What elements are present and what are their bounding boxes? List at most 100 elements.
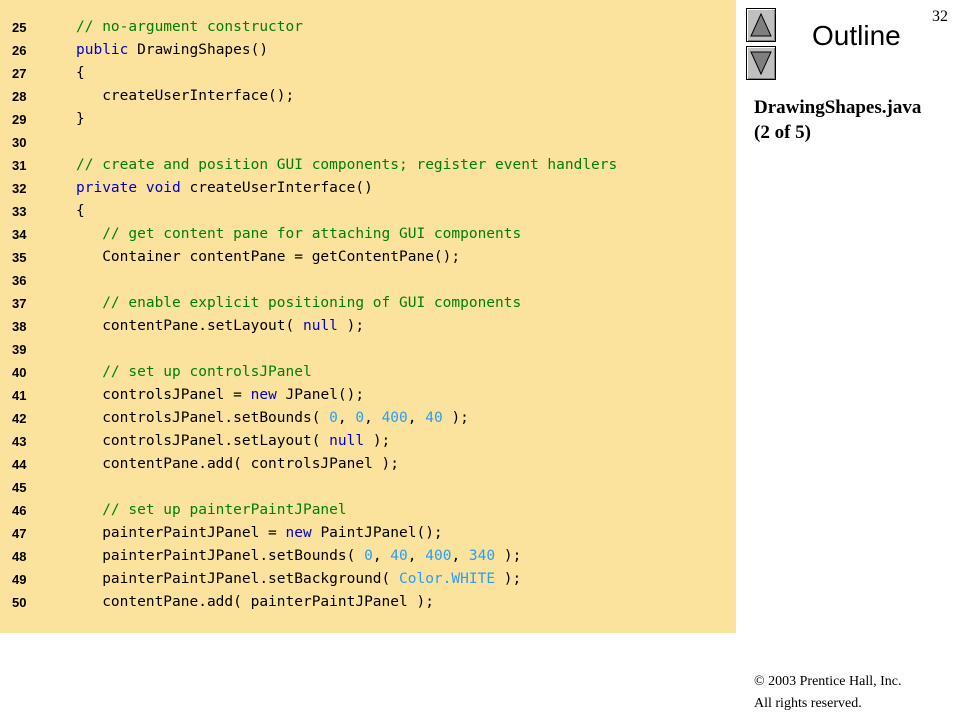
copyright-line: © 2003 Prentice Hall, Inc. (754, 674, 902, 689)
code-literal: 0 (355, 410, 365, 426)
line-number: 26 (12, 43, 27, 58)
line-number: 33 (12, 204, 27, 219)
line-number: 25 (12, 20, 27, 35)
code-token: contentPane.add( controlsJPanel ); (76, 456, 400, 472)
code-token: ); (495, 548, 522, 564)
code-text: painterPaintJPanel.setBounds( 0, 40, 400… (76, 545, 521, 568)
line-number: 36 (12, 273, 27, 288)
code-token: createUserInterface(); (76, 88, 295, 104)
file-part: (2 of 5) (754, 122, 811, 143)
code-token: DrawingShapes() (128, 42, 269, 58)
line-number: 31 (12, 158, 27, 173)
code-text: controlsJPanel.setBounds( 0, 0, 400, 40 … (76, 407, 469, 430)
code-keyword: public (76, 42, 129, 58)
code-token: , (407, 548, 426, 564)
code-literal: 400 (381, 410, 408, 426)
code-text: contentPane.add( controlsJPanel ); (76, 453, 399, 476)
code-token: , (372, 548, 391, 564)
code-line: 42 controlsJPanel.setBounds( 0, 0, 400, … (0, 407, 736, 430)
page-number: 32 (932, 8, 948, 25)
code-line: 46 // set up painterPaintJPanel (0, 499, 736, 522)
line-number: 43 (12, 434, 27, 449)
line-number: 34 (12, 227, 27, 242)
code-token: , (407, 410, 426, 426)
code-text: // set up controlsJPanel (76, 361, 312, 384)
code-text: } (76, 108, 85, 131)
code-token: { (76, 203, 85, 219)
line-number: 38 (12, 319, 27, 334)
code-comment: // create and position GUI components; r… (76, 157, 618, 173)
code-keyword: null (329, 433, 365, 449)
code-keyword: new (285, 525, 312, 541)
code-literal: 0 (364, 548, 373, 564)
code-keyword: void (145, 180, 181, 196)
code-token: createUserInterface() (180, 180, 373, 196)
code-panel: 25 // no-argument constructor 26 public Dra… (0, 0, 736, 633)
code-literal: 0 (329, 410, 338, 426)
code-line: 50 contentPane.add( painterPaintJPanel )… (0, 591, 736, 614)
file-name: DrawingShapes.java (754, 97, 922, 118)
code-keyword: null (302, 318, 338, 334)
code-line: 48 painterPaintJPanel.setBounds( 0, 40, … (0, 545, 736, 568)
line-number: 44 (12, 457, 27, 472)
line-number: 47 (12, 526, 27, 541)
code-text: Container contentPane = getContentPane()… (76, 246, 460, 269)
code-text: createUserInterface(); (76, 85, 294, 108)
line-number: 29 (12, 112, 27, 127)
code-token: { (76, 65, 85, 81)
line-number: 32 (12, 181, 27, 196)
next-slide-button[interactable] (746, 46, 776, 80)
line-number: 45 (12, 480, 27, 495)
line-number: 40 (12, 365, 27, 380)
code-line: 38 contentPane.setLayout( null ); (0, 315, 736, 338)
outline-title: Outline (812, 20, 901, 51)
code-line: 34 // get content pane for attaching GUI… (0, 223, 736, 246)
code-line: 39 (0, 338, 736, 361)
triangle-down-icon (750, 51, 772, 76)
code-comment: // set up controlsJPanel (76, 364, 312, 380)
line-number: 49 (12, 572, 27, 587)
line-number: 39 (12, 342, 27, 357)
code-token: contentPane.add( painterPaintJPanel ); (76, 594, 434, 610)
code-literal: 40 (390, 548, 408, 564)
code-line: 40 // set up controlsJPanel (0, 361, 736, 384)
line-number: 42 (12, 411, 27, 426)
code-text: public DrawingShapes() (76, 39, 268, 62)
code-token: controlsJPanel.setLayout( (76, 433, 330, 449)
code-text: { (76, 62, 85, 85)
code-line: 32 private void createUserInterface() (0, 177, 736, 200)
line-number: 28 (12, 89, 27, 104)
code-text: controlsJPanel = new JPanel(); (76, 384, 364, 407)
code-token: controlsJPanel = (76, 387, 251, 403)
code-text: // set up painterPaintJPanel (76, 499, 346, 522)
previous-slide-button[interactable] (746, 8, 776, 42)
code-line: 45 (0, 476, 736, 499)
code-text: // enable explicit positioning of GUI co… (76, 292, 521, 315)
copyright-notice: © 2003 Prentice Hall, Inc. All rights re… (754, 671, 902, 715)
code-literal: 400 (425, 548, 452, 564)
code-line: 41 controlsJPanel = new JPanel(); (0, 384, 736, 407)
code-text: // create and position GUI components; r… (76, 154, 617, 177)
code-token: painterPaintJPanel.setBounds( (76, 548, 365, 564)
code-token: ); (364, 433, 391, 449)
code-token: , (337, 410, 356, 426)
code-line: 43 controlsJPanel.setLayout( null ); (0, 430, 736, 453)
line-number: 37 (12, 296, 27, 311)
code-token: painterPaintJPanel = (76, 525, 286, 541)
code-keyword: new (250, 387, 277, 403)
code-literal: Color.WHITE (399, 571, 496, 587)
line-number: 48 (12, 549, 27, 564)
code-line: 49 painterPaintJPanel.setBackground( Col… (0, 568, 736, 591)
code-comment: // get content pane for attaching GUI co… (76, 226, 522, 242)
code-text: painterPaintJPanel.setBackground( Color.… (76, 568, 521, 591)
rights-line: All rights reserved. (754, 696, 862, 711)
code-comment: // no-argument constructor (76, 19, 303, 35)
code-keyword: private (76, 180, 138, 196)
code-token: Container contentPane = getContentPane()… (76, 249, 461, 265)
code-literal: 340 (468, 548, 496, 564)
code-token: PaintJPanel(); (311, 525, 443, 541)
line-number: 30 (12, 135, 27, 150)
code-token: JPanel(); (276, 387, 365, 403)
code-comment: // enable explicit positioning of GUI co… (76, 295, 522, 311)
triangle-up-icon (750, 12, 772, 37)
